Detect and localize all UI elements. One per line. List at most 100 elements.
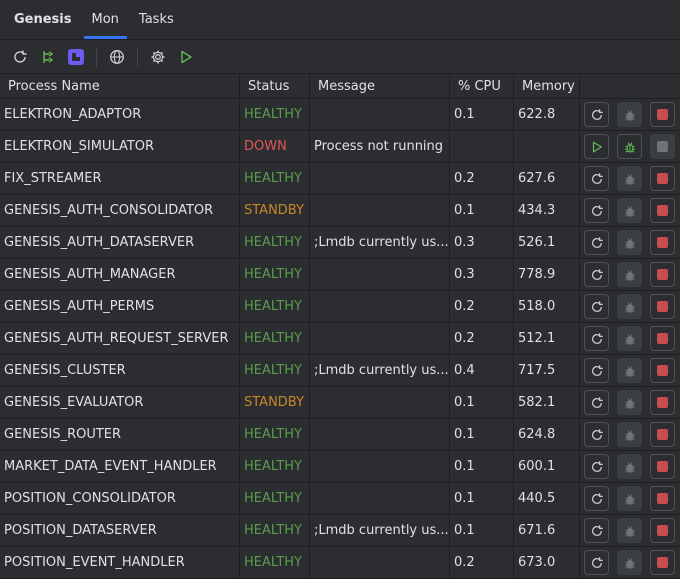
restart-button[interactable] xyxy=(584,454,609,479)
stop-button[interactable] xyxy=(650,262,675,287)
restart-button[interactable] xyxy=(584,390,609,415)
restart-button[interactable] xyxy=(584,294,609,319)
debug-button[interactable] xyxy=(617,486,642,511)
process-table: Process Name Status Message % CPU Memory… xyxy=(0,75,680,579)
stop-button[interactable] xyxy=(650,102,675,127)
debug-button[interactable] xyxy=(617,198,642,223)
message-text: Process not running xyxy=(314,139,444,154)
restart-button[interactable] xyxy=(584,486,609,511)
deploy-button[interactable] xyxy=(36,45,60,69)
cpu-value: 0.1 xyxy=(450,451,514,482)
globe-button[interactable] xyxy=(105,45,129,69)
memory-value: 582.1 xyxy=(514,387,580,418)
stop-button[interactable] xyxy=(650,166,675,191)
debug-button[interactable] xyxy=(617,230,642,255)
status-value: HEALTHY xyxy=(240,483,310,514)
table-row[interactable]: POSITION_CONSOLIDATOR HEALTHY 0.1 440.5 xyxy=(0,483,680,515)
debug-button[interactable] xyxy=(617,166,642,191)
table-row[interactable]: GENESIS_AUTH_MANAGER HEALTHY 0.3 778.9 xyxy=(0,259,680,291)
memory-value: 671.6 xyxy=(514,515,580,546)
cpu-value: 0.2 xyxy=(450,323,514,354)
memory-value: 518.0 xyxy=(514,291,580,322)
process-name: POSITION_CONSOLIDATOR xyxy=(0,483,240,514)
debug-button[interactable] xyxy=(617,454,642,479)
restart-button[interactable] xyxy=(584,518,609,543)
stop-button[interactable] xyxy=(650,390,675,415)
stop-button[interactable] xyxy=(650,198,675,223)
debug-button[interactable] xyxy=(617,422,642,447)
row-actions xyxy=(580,515,680,546)
row-actions xyxy=(580,355,680,386)
stop-button[interactable] xyxy=(650,230,675,255)
table-row[interactable]: POSITION_EVENT_HANDLER HEALTHY 0.2 673.0 xyxy=(0,547,680,579)
debug-button[interactable] xyxy=(617,358,642,383)
memory-value: 778.9 xyxy=(514,259,580,290)
status-value: HEALTHY xyxy=(240,259,310,290)
restart-button[interactable] xyxy=(584,326,609,351)
table-row[interactable]: ELEKTRON_SIMULATOR DOWN Process not runnin… xyxy=(0,131,680,163)
tab-mon[interactable]: Mon xyxy=(82,0,129,39)
table-row[interactable]: GENESIS_AUTH_PERMS HEALTHY 0.2 518.0 xyxy=(0,291,680,323)
cpu-value: 0.1 xyxy=(450,515,514,546)
stop-button[interactable] xyxy=(650,550,675,575)
table-row[interactable]: GENESIS_AUTH_CONSOLIDATOR STANDBY 0.1 434.3 xyxy=(0,195,680,227)
debug-button[interactable] xyxy=(617,518,642,543)
table-row[interactable]: GENESIS_AUTH_REQUEST_SERVER HEALTHY 0.2 512… xyxy=(0,323,680,355)
cpu-value: 0.2 xyxy=(450,291,514,322)
debug-button[interactable] xyxy=(617,550,642,575)
restart-button[interactable] xyxy=(584,358,609,383)
debug-button[interactable] xyxy=(617,102,642,127)
refresh-button[interactable] xyxy=(8,45,32,69)
column-header-message[interactable]: Message xyxy=(310,75,450,98)
stop-button[interactable] xyxy=(650,294,675,319)
column-header-actions xyxy=(580,75,680,98)
table-row[interactable]: ELEKTRON_ADAPTOR HEALTHY 0.1 622.8 xyxy=(0,99,680,131)
debug-button[interactable] xyxy=(617,390,642,415)
row-actions xyxy=(580,547,680,578)
toolbar-separator xyxy=(137,46,138,67)
tab-genesis[interactable]: Genesis xyxy=(4,0,82,39)
stop-button[interactable] xyxy=(650,358,675,383)
table-row[interactable]: FIX_STREAMER HEALTHY 0.2 627.6 xyxy=(0,163,680,195)
settings-button[interactable] xyxy=(146,45,170,69)
process-name: GENESIS_AUTH_PERMS xyxy=(0,291,240,322)
table-row[interactable]: GENESIS_EVALUATOR STANDBY 0.1 582.1 xyxy=(0,387,680,419)
column-header-cpu[interactable]: % CPU xyxy=(450,75,514,98)
stop-button[interactable] xyxy=(650,518,675,543)
table-row[interactable]: POSITION_DATASERVER HEALTHY ;Lmdb currentl… xyxy=(0,515,680,547)
table-row[interactable]: MARKET_DATA_EVENT_HANDLER HEALTHY 0.1 600.1 xyxy=(0,451,680,483)
column-header-process-name[interactable]: Process Name xyxy=(0,75,240,98)
status-value: HEALTHY xyxy=(240,515,310,546)
stop-button[interactable] xyxy=(650,486,675,511)
memory-value: 622.8 xyxy=(514,99,580,130)
debug-button[interactable] xyxy=(617,326,642,351)
run-button[interactable] xyxy=(174,45,198,69)
stop-button[interactable] xyxy=(650,454,675,479)
debug-button[interactable] xyxy=(617,262,642,287)
status-value: STANDBY xyxy=(240,387,310,418)
table-row[interactable]: GENESIS_CLUSTER HEALTHY ;Lmdb currently us… xyxy=(0,355,680,387)
memory-value xyxy=(514,131,580,162)
restart-icon xyxy=(591,364,603,376)
restart-button[interactable] xyxy=(584,550,609,575)
stop-button[interactable] xyxy=(650,422,675,447)
start-button[interactable] xyxy=(584,134,609,159)
stop-button[interactable] xyxy=(650,134,675,159)
column-header-memory[interactable]: Memory xyxy=(514,75,580,98)
restart-button[interactable] xyxy=(584,422,609,447)
debug-button[interactable] xyxy=(617,134,642,159)
restart-button[interactable] xyxy=(584,230,609,255)
table-row[interactable]: GENESIS_ROUTER HEALTHY 0.1 624.8 xyxy=(0,419,680,451)
stop-button[interactable] xyxy=(650,326,675,351)
restart-button[interactable] xyxy=(584,262,609,287)
restart-button[interactable] xyxy=(584,198,609,223)
table-row[interactable]: GENESIS_AUTH_DATASERVER HEALTHY ;Lmdb curr… xyxy=(0,227,680,259)
column-header-status[interactable]: Status xyxy=(240,75,310,98)
restart-button[interactable] xyxy=(584,102,609,127)
tab-tasks[interactable]: Tasks xyxy=(129,0,184,39)
build-button[interactable] xyxy=(64,45,88,69)
run-icon xyxy=(181,50,192,63)
restart-button[interactable] xyxy=(584,166,609,191)
debug-button[interactable] xyxy=(617,294,642,319)
tab-bar: Genesis Mon Tasks xyxy=(0,0,680,40)
